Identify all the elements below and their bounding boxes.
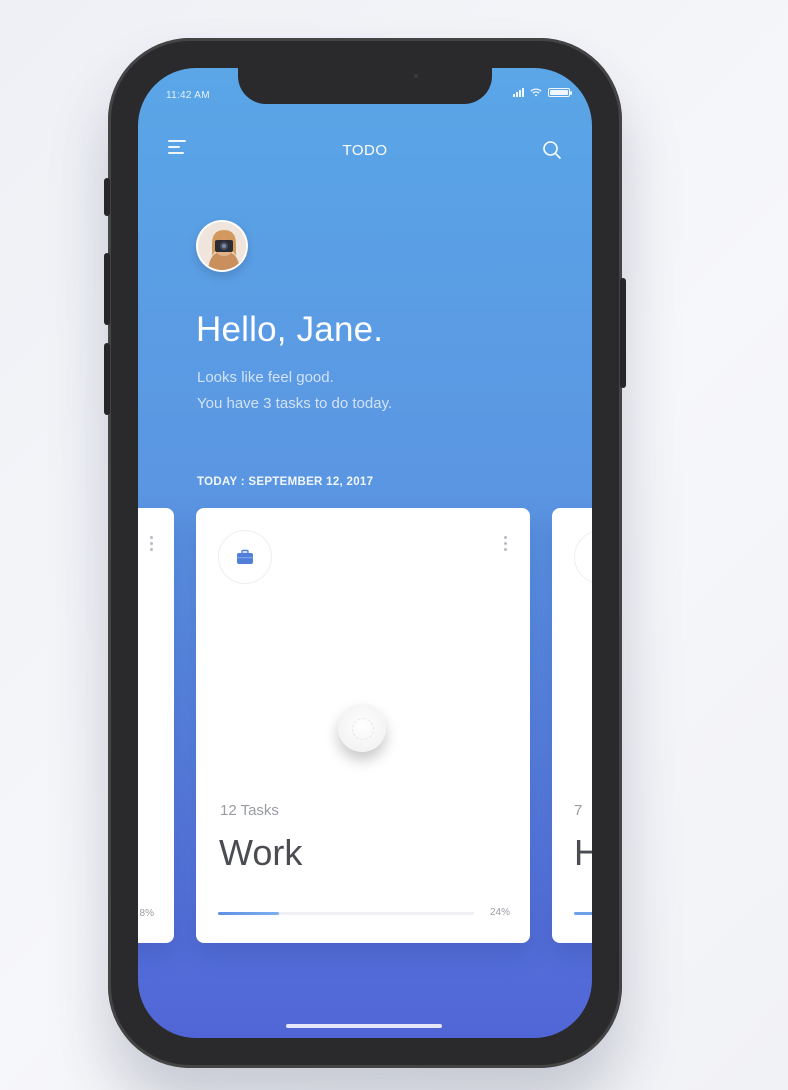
avatar[interactable] <box>196 220 248 272</box>
status-icons <box>513 88 572 97</box>
home-indicator[interactable] <box>286 1024 442 1028</box>
wifi-icon <box>530 88 542 97</box>
briefcase-icon <box>237 549 253 564</box>
greeting-subtitle-1: Looks like feel good. <box>197 369 334 386</box>
card-title: H <box>574 832 592 873</box>
touch-indicator <box>338 704 386 752</box>
progress-bar <box>218 912 474 915</box>
task-card-next[interactable]: 7 H <box>552 508 592 943</box>
progress-bar-fill <box>574 912 592 915</box>
progress-bar-fill <box>218 912 280 915</box>
card-progress-percent: 8% <box>139 908 154 919</box>
greeting-title: Hello, Jane. <box>196 310 384 349</box>
volume-up-button <box>104 253 110 325</box>
status-time: 11:42 AM <box>166 90 210 101</box>
battery-icon <box>548 88 572 97</box>
volume-down-button <box>104 343 110 415</box>
task-card-work[interactable]: 12 Tasks Work 24% <box>196 508 530 943</box>
progress-percent: 24% <box>489 907 510 918</box>
card-title: Work <box>219 832 303 873</box>
power-button <box>620 278 626 388</box>
app-screen: 11:42 AM TODO Hello, Jane. Looks like fe… <box>138 68 592 1038</box>
search-icon[interactable] <box>542 140 562 160</box>
card-icon-circle <box>218 530 272 584</box>
avatar-photo-icon <box>198 222 246 270</box>
task-count: 12 Tasks <box>220 802 279 819</box>
page-title: TODO <box>342 142 388 159</box>
card-more-icon[interactable] <box>504 536 508 551</box>
task-count: 7 <box>574 802 583 819</box>
mute-switch <box>104 178 110 216</box>
phone-notch <box>238 68 492 104</box>
signal-icon <box>513 88 524 97</box>
card-icon-circle <box>574 530 592 584</box>
phone-frame: 11:42 AM TODO Hello, Jane. Looks like fe… <box>104 38 626 1068</box>
date-label: TODAY : SEPTEMBER 12, 2017 <box>197 476 374 488</box>
greeting-subtitle-2: You have 3 tasks to do today. <box>197 395 393 412</box>
task-card-previous[interactable]: 8% <box>138 508 174 943</box>
card-more-icon[interactable] <box>150 536 154 551</box>
